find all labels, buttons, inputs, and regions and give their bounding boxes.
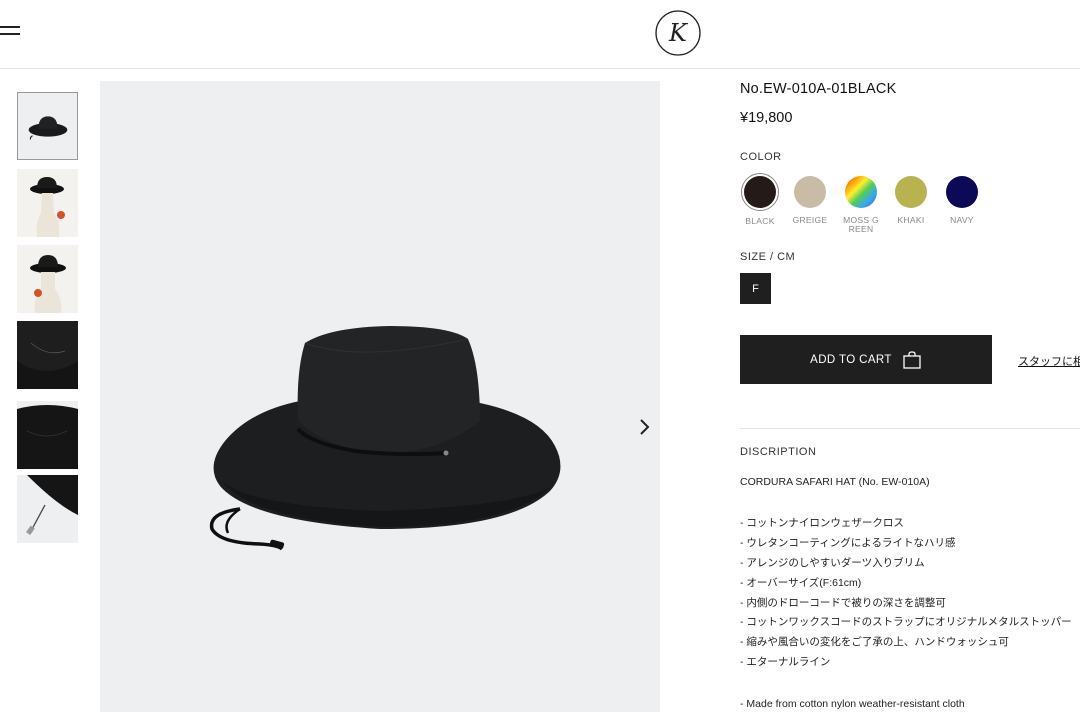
shopping-bag-icon — [903, 350, 921, 369]
color-name: GREIGE — [792, 215, 828, 225]
section-divider — [740, 428, 1080, 429]
thumbnail-6[interactable] — [17, 475, 78, 543]
color-name: MOSS G REEN — [843, 215, 879, 234]
chevron-right-icon[interactable] — [633, 416, 655, 438]
description-item: - エターナルライン — [740, 656, 831, 669]
color-name: BLACK — [745, 216, 775, 226]
description-item: - コットンナイロンウェザークロス — [740, 517, 904, 529]
color-swatch-moss-green[interactable]: MOSS G REEN — [841, 174, 881, 234]
add-to-cart-label: ADD TO CART — [810, 353, 892, 366]
color-swatch-black[interactable]: BLACK — [740, 173, 780, 226]
thumbnail-4[interactable] — [17, 321, 78, 389]
thumbnail-1[interactable] — [17, 92, 78, 160]
color-swatch-list: BLACK GREIGE MOSS G REEN KHAKI NAVY — [740, 173, 1080, 244]
description-item: - オーバーサイズ(F:61cm) — [740, 576, 862, 589]
thumbnail-2[interactable] — [17, 169, 78, 237]
thumbnail-5[interactable] — [17, 401, 78, 469]
main-product-image[interactable] — [100, 81, 660, 712]
add-to-cart-button[interactable]: ADD TO CART — [740, 335, 992, 384]
color-name: KHAKI — [897, 215, 925, 225]
description-item: - アレンジのしやすいダーツ入りブリム — [740, 556, 925, 569]
product-sku: No.EW-010A-01BLACK — [740, 81, 897, 97]
logo-letter: K — [668, 19, 689, 47]
description-english-item: - Made from cotton nylon weather-resista… — [740, 698, 965, 710]
color-name: NAVY — [950, 215, 974, 225]
description-item: - コットンワックスコードのストラップにオリジナルメタルストッパー — [740, 616, 1072, 629]
color-label: COLOR — [740, 151, 782, 163]
product-price: ¥19,800 — [740, 110, 793, 126]
hamburger-menu-icon[interactable] — [0, 24, 22, 38]
description-title: CORDURA SAFARI HAT (No. EW-010A) — [740, 476, 930, 488]
color-swatch-greige[interactable]: GREIGE — [790, 174, 830, 225]
description-item: - ウレタンコーティングによるライトなハリ感 — [740, 536, 956, 549]
description-item: - 内側のドローコードで被りの深さを調整可 — [740, 596, 946, 609]
color-swatch-khaki[interactable]: KHAKI — [891, 174, 931, 225]
size-label: SIZE / CM — [740, 251, 796, 263]
brand-logo[interactable]: K — [654, 9, 702, 57]
description-feature-list: - コットンナイロンウェザークロス - ウレタンコーティングによるライトなハリ感… — [740, 517, 1072, 676]
description-item: - 縮みや風合いの変化をご了承の上、ハンドウォッシュ可 — [740, 636, 1009, 649]
site-header: K — [0, 0, 1080, 69]
description-label: DISCRIPTION — [740, 446, 817, 458]
hat-image — [209, 326, 561, 551]
size-option-f[interactable]: F — [740, 273, 771, 304]
ask-staff-link[interactable]: スタッフに相 — [1018, 353, 1080, 369]
thumbnail-3[interactable] — [17, 245, 78, 313]
color-swatch-navy[interactable]: NAVY — [942, 174, 982, 225]
